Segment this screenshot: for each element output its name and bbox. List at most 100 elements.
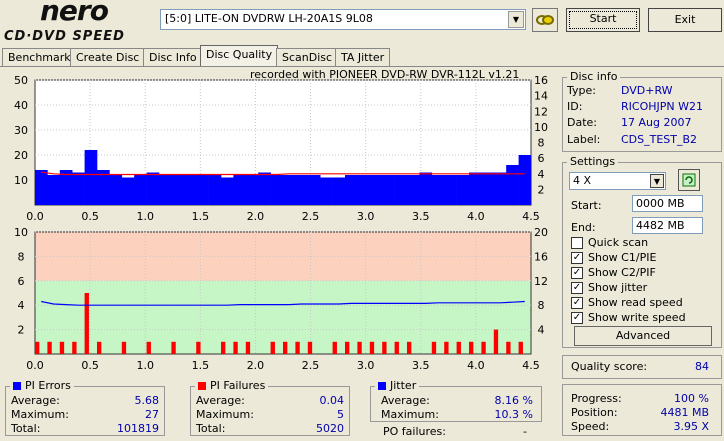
y-tick-label: 8 [18, 250, 25, 263]
advanced-button[interactable]: Advanced [574, 326, 712, 346]
pi-failures-chart: 2 4 6 8 10 4 8 12 16 20 0.0 0.5 1.0 1.5 2.0 2.5 3.0 3.5 4.… [14, 226, 548, 372]
data-bar [357, 341, 362, 354]
pi-failures-group: PI Failures Average: 0.04 Maximum: 5 Tot… [190, 379, 350, 436]
pi-errors-title: PI Errors [10, 379, 74, 392]
data-bar [35, 170, 48, 205]
checkbox-show-c1-pie[interactable]: ✓ Show C1/PIE [571, 251, 656, 264]
data-bar [233, 341, 238, 354]
data-bar [456, 175, 470, 205]
pi-failures-max: 5 [337, 408, 344, 421]
data-bar [283, 341, 288, 354]
data-bar [97, 170, 110, 205]
data-bar [444, 175, 457, 205]
checkbox-show-write-speed[interactable]: ✓ Show write speed [571, 311, 686, 324]
start-button[interactable]: Start [566, 8, 640, 32]
data-bar [320, 177, 333, 205]
speed-value: 4 X [573, 174, 592, 187]
data-bar [59, 170, 73, 205]
data-bar [84, 293, 89, 354]
exit-button[interactable]: Exit [648, 8, 722, 32]
nero-logo: nero [40, 0, 109, 27]
data-bar [493, 172, 507, 205]
tab-disc-info[interactable]: Disc Info [143, 48, 203, 67]
checkbox-show-read-speed[interactable]: ✓ Show read speed [571, 296, 683, 309]
y-tick-label: 2 [18, 324, 25, 337]
type-label: Type: [567, 84, 596, 97]
disc-label: CDS_TEST_B2 [621, 133, 698, 146]
chevron-down-icon[interactable]: ▼ [508, 11, 524, 28]
settings-group: Settings 4 X ▼ Start: 0000 MB End: 4482 … [562, 155, 722, 348]
progress-value: 100 % [674, 392, 709, 405]
y-tick-label: 10 [14, 174, 28, 187]
disc-type: DVD+RW [621, 84, 673, 97]
data-bar [270, 341, 275, 354]
data-bar [134, 175, 147, 205]
jitter-max: 10.3 % [494, 408, 533, 421]
y2-tick-label: 10 [534, 121, 548, 134]
blue-square-icon [13, 382, 21, 390]
pi-failures-total: 5020 [316, 422, 344, 435]
checkbox-label: Show jitter [588, 281, 648, 294]
checkbox-box[interactable] [571, 236, 583, 249]
data-bar [146, 172, 160, 205]
pi-errors-chart: 10203040502468101214160.0 0.5 1.0 1.5 2.0 2.5… [14, 74, 548, 223]
label-label: Label: [567, 133, 601, 146]
speed-select[interactable]: 4 X ▼ [569, 172, 666, 190]
data-bar [332, 341, 337, 354]
data-bar [295, 175, 309, 205]
eject-tray-button[interactable] [532, 8, 558, 32]
data-bar [394, 341, 399, 354]
checkbox-quick-scan[interactable]: Quick scan [571, 236, 648, 249]
position-label: Position: [571, 406, 618, 419]
y-tick-label: 10 [14, 226, 28, 239]
data-bar [493, 329, 499, 354]
start-field[interactable]: 0000 MB [632, 195, 703, 212]
pi-failures-max-label: Maximum: [196, 408, 254, 421]
data-bar [196, 175, 209, 205]
data-bar [419, 172, 433, 205]
y-tick-label: 50 [14, 74, 28, 87]
checkbox-label: Show C2/PIF [588, 266, 656, 279]
red-square-icon [198, 382, 206, 390]
tab-create-disc[interactable]: Create Disc [70, 48, 146, 67]
data-bar [171, 175, 185, 205]
drive-select-value: [5:0] LITE-ON DVDRW LH-20A1S 9L08 [165, 12, 373, 25]
pi-failures-avg: 0.04 [319, 394, 345, 407]
checkbox-show-jitter[interactable]: ✓ Show jitter [571, 281, 647, 294]
checkbox-box[interactable]: ✓ [571, 266, 583, 279]
data-bar [369, 175, 383, 205]
progress-label: Progress: [571, 392, 622, 405]
data-bar [109, 175, 123, 205]
x-tick-label: 3.5 [412, 359, 430, 372]
y2-tick-label: 4 [538, 324, 545, 337]
pi-failures-title: PI Failures [195, 379, 269, 392]
checkbox-label: Show write speed [588, 311, 686, 324]
checkbox-box[interactable]: ✓ [571, 281, 583, 294]
y-tick-label: 4 [18, 299, 25, 312]
y2-tick-label: 16 [534, 250, 548, 263]
checkbox-box[interactable]: ✓ [571, 251, 583, 264]
tab-ta-jitter[interactable]: TA Jitter [335, 48, 391, 67]
checkbox-box[interactable]: ✓ [571, 296, 583, 309]
tab-disc-quality[interactable]: Disc Quality [200, 45, 279, 67]
y2-tick-label: 8 [538, 137, 545, 150]
data-bar [407, 341, 412, 354]
refresh-speed-button[interactable] [678, 169, 700, 191]
tab-benchmark[interactable]: Benchmark [2, 48, 77, 67]
drive-select[interactable]: [5:0] LITE-ON DVDRW LH-20A1S 9L08 ▼ [160, 9, 526, 30]
data-bar [121, 341, 127, 354]
x-tick-label: 0.5 [81, 359, 99, 372]
data-bar [407, 175, 420, 205]
y2-tick-label: 20 [534, 226, 548, 239]
checkbox-box[interactable]: ✓ [571, 311, 583, 324]
chevron-down-icon[interactable]: ▼ [650, 174, 664, 188]
end-field[interactable]: 4482 MB [632, 217, 703, 234]
data-bar [357, 175, 371, 205]
y2-tick-label: 2 [538, 183, 545, 196]
y-tick-label: 20 [14, 149, 28, 162]
jitter-group: Jitter Average: 8.16 % Maximum: 10.3 % [370, 379, 542, 422]
checkbox-show-c2-pif[interactable]: ✓ Show C2/PIF [571, 266, 656, 279]
tab-scandisc[interactable]: ScanDisc [276, 48, 339, 67]
data-bar [59, 341, 65, 354]
data-bar [159, 175, 172, 205]
